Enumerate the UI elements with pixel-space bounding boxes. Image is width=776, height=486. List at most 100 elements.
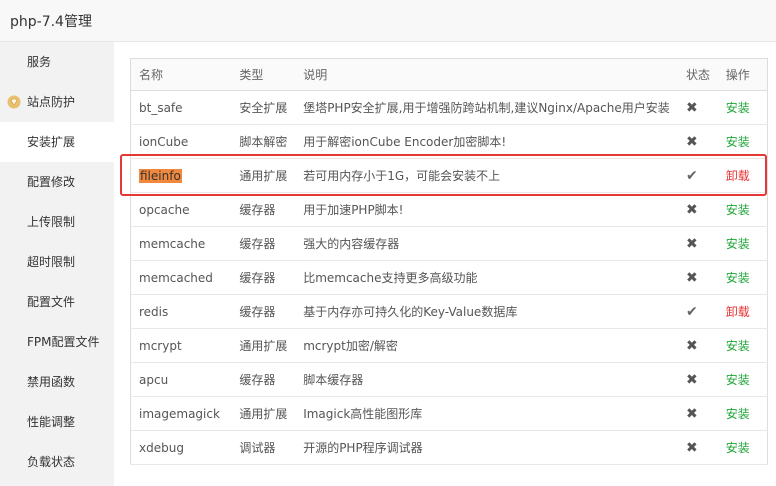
extensions-table: 名称 类型 说明 状态 操作 bt_safe 安全扩展 堡塔PHP安全扩展,用于… (130, 58, 768, 465)
extensions-panel: 名称 类型 说明 状态 操作 bt_safe 安全扩展 堡塔PHP安全扩展,用于… (114, 42, 776, 486)
ext-type: 缓存器 (231, 260, 296, 295)
table-row: mcrypt 通用扩展 mcrypt加密/解密 ✖ 安装 (130, 328, 768, 363)
install-link[interactable]: 安装 (726, 237, 750, 251)
uninstall-link[interactable]: 卸载 (726, 305, 750, 319)
table-row: imagemagick 通用扩展 Imagick高性能图形库 ✖ 安装 (130, 396, 768, 431)
ext-desc: 若可用内存小于1G，可能会安装不上 (295, 158, 679, 193)
titlebar: php-7.4管理 (0, 0, 776, 42)
ext-type: 缓存器 (231, 362, 296, 397)
ext-name: bt_safe (130, 90, 232, 125)
sidebar: 服务 站点防护 安装扩展 配置修改 上传限制 超时限制 配置文件 FPM配置文件… (0, 42, 114, 486)
sidebar-item-label: 禁用函数 (27, 375, 76, 389)
install-link[interactable]: 安装 (726, 373, 750, 387)
table-row: memcached 缓存器 比memcache支持更多高级功能 ✖ 安装 (130, 260, 768, 295)
ext-name: mcrypt (130, 328, 232, 363)
ext-desc: 用于解密ionCube Encoder加密脚本! (295, 124, 679, 159)
sidebar-item-timeout-limit[interactable]: 超时限制 (0, 242, 114, 282)
php-manager-window: php-7.4管理 服务 站点防护 安装扩展 配置修改 上传限制 超时限制 配置… (0, 0, 776, 486)
table-row: opcache 缓存器 用于加速PHP脚本! ✖ 安装 (130, 192, 768, 227)
status-not-installed-icon: ✖ (686, 99, 698, 116)
status-not-installed-icon: ✖ (686, 133, 698, 150)
sidebar-item-disabled-functions[interactable]: 禁用函数 (0, 362, 114, 402)
ext-name: fileinfo (139, 168, 182, 183)
sidebar-item-label: 服务 (27, 55, 52, 69)
table-row: xdebug 调试器 开源的PHP程序调试器 ✖ 安装 (130, 430, 768, 465)
ext-desc: 比memcache支持更多高级功能 (295, 260, 679, 295)
uninstall-link[interactable]: 卸载 (726, 169, 750, 183)
ext-desc: 用于加速PHP脚本! (295, 192, 679, 227)
sidebar-item-service[interactable]: 服务 (0, 42, 114, 82)
ext-type: 调试器 (231, 430, 296, 465)
ext-type: 缓存器 (231, 294, 296, 329)
header-desc: 说明 (295, 58, 679, 91)
install-link[interactable]: 安装 (726, 271, 750, 285)
ext-type: 通用扩展 (231, 328, 296, 363)
status-installed-icon: ✔ (686, 303, 698, 320)
sidebar-item-install-extensions[interactable]: 安装扩展 (0, 122, 114, 162)
sidebar-item-label: 负载状态 (27, 455, 76, 469)
table-row: ionCube 脚本解密 用于解密ionCube Encoder加密脚本! ✖ … (130, 124, 768, 159)
sidebar-item-upload-limit[interactable]: 上传限制 (0, 202, 114, 242)
sidebar-item-label: 站点防护 (27, 95, 76, 109)
ext-desc: 强大的内容缓存器 (295, 226, 679, 261)
header-op: 操作 (717, 58, 768, 91)
status-not-installed-icon: ✖ (686, 201, 698, 218)
status-not-installed-icon: ✖ (686, 235, 698, 252)
vip-diamond-icon (7, 95, 21, 109)
sidebar-item-site-protection[interactable]: 站点防护 (0, 82, 114, 122)
header-state: 状态 (678, 58, 718, 91)
install-link[interactable]: 安装 (726, 407, 750, 421)
table-row: redis 缓存器 基于内存亦可持久化的Key-Value数据库 ✔ 卸载 (130, 294, 768, 329)
status-not-installed-icon: ✖ (686, 269, 698, 286)
sidebar-item-label: 配置修改 (27, 175, 76, 189)
sidebar-item-fpm-config-file[interactable]: FPM配置文件 (0, 322, 114, 362)
sidebar-item-performance-tuning[interactable]: 性能调整 (0, 402, 114, 442)
sidebar-item-config-modify[interactable]: 配置修改 (0, 162, 114, 202)
table-row: fileinfo 通用扩展 若可用内存小于1G，可能会安装不上 ✔ 卸载 (130, 158, 768, 193)
sidebar-item-load-status[interactable]: 负载状态 (0, 442, 114, 482)
ext-name: ionCube (130, 124, 232, 159)
status-not-installed-icon: ✖ (686, 371, 698, 388)
header-name: 名称 (130, 58, 232, 91)
ext-name: xdebug (130, 430, 232, 465)
window-title: php-7.4管理 (10, 14, 92, 30)
ext-desc: 基于内存亦可持久化的Key-Value数据库 (295, 294, 679, 329)
ext-type: 安全扩展 (231, 90, 296, 125)
ext-type: 缓存器 (231, 192, 296, 227)
status-not-installed-icon: ✖ (686, 337, 698, 354)
ext-desc: Imagick高性能图形库 (295, 396, 679, 431)
ext-name: memcached (130, 260, 232, 295)
ext-name: imagemagick (130, 396, 232, 431)
install-link[interactable]: 安装 (726, 203, 750, 217)
table-row: memcache 缓存器 强大的内容缓存器 ✖ 安装 (130, 226, 768, 261)
ext-name: memcache (130, 226, 232, 261)
table-row: apcu 缓存器 脚本缓存器 ✖ 安装 (130, 362, 768, 397)
sidebar-item-label: 性能调整 (27, 415, 76, 429)
ext-desc: 开源的PHP程序调试器 (295, 430, 679, 465)
sidebar-item-label: 上传限制 (27, 215, 76, 229)
ext-name: opcache (130, 192, 232, 227)
sidebar-item-label: 超时限制 (27, 255, 76, 269)
ext-desc: 脚本缓存器 (295, 362, 679, 397)
install-link[interactable]: 安装 (726, 101, 750, 115)
sidebar-item-label: 安装扩展 (27, 135, 76, 149)
ext-desc: 堡塔PHP安全扩展,用于增强防跨站机制,建议Nginx/Apache用户安装 (295, 90, 679, 125)
ext-desc: mcrypt加密/解密 (295, 328, 679, 363)
ext-name: apcu (130, 362, 232, 397)
ext-type: 缓存器 (231, 226, 296, 261)
table-row: bt_safe 安全扩展 堡塔PHP安全扩展,用于增强防跨站机制,建议Nginx… (130, 90, 768, 125)
sidebar-item-config-file[interactable]: 配置文件 (0, 282, 114, 322)
header-type: 类型 (231, 58, 296, 91)
ext-type: 脚本解密 (231, 124, 296, 159)
ext-type: 通用扩展 (231, 158, 296, 193)
install-link[interactable]: 安装 (726, 135, 750, 149)
sidebar-item-label: FPM配置文件 (27, 335, 100, 349)
status-not-installed-icon: ✖ (686, 405, 698, 422)
ext-type: 通用扩展 (231, 396, 296, 431)
install-link[interactable]: 安装 (726, 441, 750, 455)
table-header-row: 名称 类型 说明 状态 操作 (130, 58, 768, 91)
status-not-installed-icon: ✖ (686, 439, 698, 456)
install-link[interactable]: 安装 (726, 339, 750, 353)
sidebar-item-label: 配置文件 (27, 295, 76, 309)
ext-name: redis (130, 294, 232, 329)
